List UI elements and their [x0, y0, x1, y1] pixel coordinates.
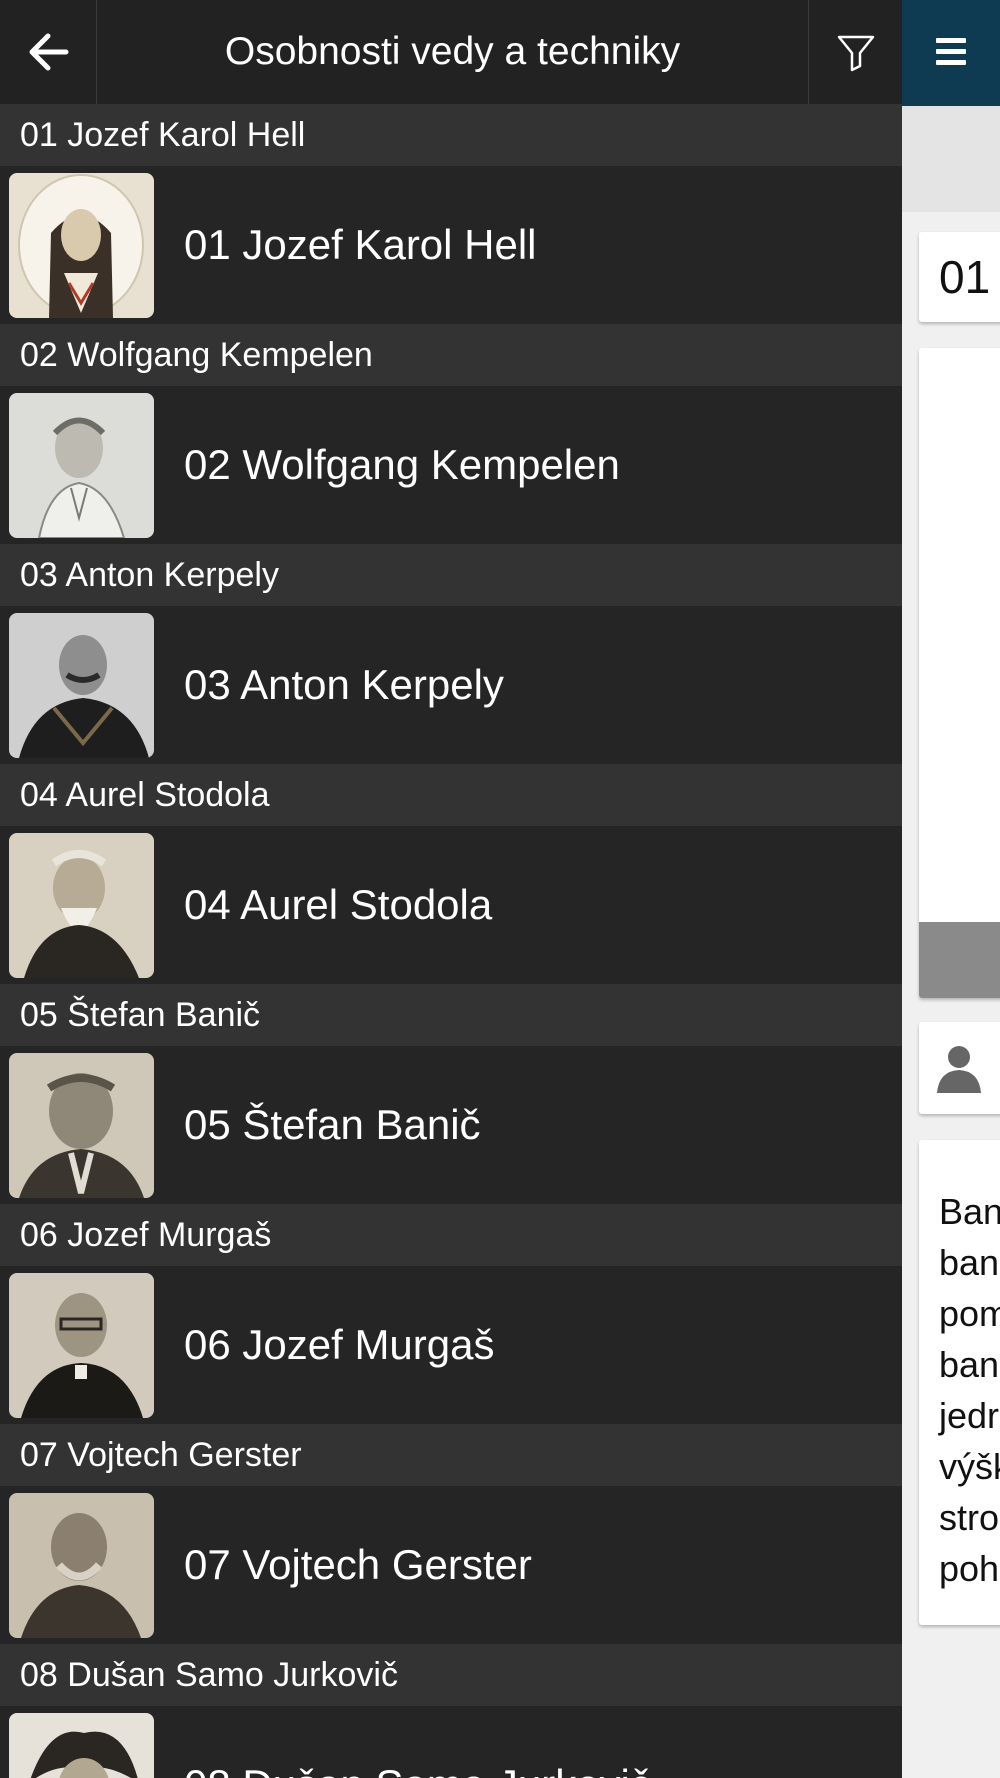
- detail-text-line: jedr: [939, 1395, 1000, 1436]
- portrait-thumbnail: [9, 173, 154, 318]
- detail-header-strip: [902, 106, 1000, 212]
- list-item[interactable]: 04 Aurel Stodola: [0, 826, 902, 984]
- detail-media-card: [919, 348, 1000, 998]
- detail-text-line: poh: [939, 1548, 1000, 1589]
- section-header: 01 Jozef Karol Hell: [0, 104, 902, 166]
- section-header: 03 Anton Kerpely: [0, 544, 902, 606]
- list-item[interactable]: 06 Jozef Murgaš: [0, 1266, 902, 1424]
- detail-text-line: výšk: [939, 1446, 1000, 1487]
- section-header: 06 Jozef Murgaš: [0, 1204, 902, 1266]
- page-title: Osobnosti vedy a techniky: [224, 30, 681, 73]
- section-header: 04 Aurel Stodola: [0, 764, 902, 826]
- media-caption-bar: [919, 922, 1000, 998]
- section-header: 08 Dušan Samo Jurkovič: [0, 1644, 902, 1706]
- detail-text-line: stro: [939, 1497, 1000, 1538]
- item-title: 04 Aurel Stodola: [184, 881, 493, 928]
- app-bar: Osobnosti vedy a techniky: [0, 0, 902, 106]
- detail-number-card: 01: [919, 232, 1000, 322]
- section-header: 02 Wolfgang Kempelen: [0, 324, 902, 386]
- section-header: 07 Vojtech Gerster: [0, 1424, 902, 1486]
- list-item[interactable]: 02 Wolfgang Kempelen: [0, 386, 902, 544]
- arrow-left-icon: [29, 33, 69, 71]
- item-title: 06 Jozef Murgaš: [184, 1321, 495, 1368]
- portrait-thumbnail: [9, 393, 154, 538]
- section-header: 05 Štefan Banič: [0, 984, 902, 1046]
- list-item[interactable]: 07 Vojtech Gerster: [0, 1486, 902, 1644]
- portrait-thumbnail: [9, 613, 154, 758]
- portrait-thumbnail: [9, 1273, 154, 1418]
- filter-icon: [837, 35, 875, 72]
- list-item[interactable]: 01 Jozef Karol Hell: [0, 166, 902, 324]
- filter-button[interactable]: [808, 0, 902, 104]
- item-title: 08 Dušan Samo Jurkovič: [184, 1706, 651, 1778]
- detail-text-line: ban: [939, 1242, 1000, 1283]
- item-title: 01 Jozef Karol Hell: [184, 221, 537, 268]
- person-icon: [937, 1046, 981, 1093]
- detail-text-line: pom: [939, 1293, 1000, 1334]
- list-panel: Osobnosti vedy a techniky 01 Jozef Karol…: [0, 0, 902, 1778]
- item-title: 03 Anton Kerpely: [184, 661, 504, 708]
- list-item[interactable]: 08 Dušan Samo Jurkovič: [0, 1706, 902, 1778]
- hamburger-menu-icon: [936, 38, 966, 71]
- menu-button[interactable]: [902, 0, 1000, 106]
- portrait-thumbnail: [9, 1713, 154, 1778]
- detail-text-line: Ban: [939, 1191, 1000, 1232]
- portrait-thumbnail: [9, 833, 154, 978]
- detail-text-card: Ban ban pom ban jedr výšk stro poh: [919, 1140, 1000, 1625]
- item-title: 05 Štefan Banič: [184, 1101, 481, 1148]
- list-item[interactable]: 05 Štefan Banič: [0, 1046, 902, 1204]
- item-title: 07 Vojtech Gerster: [184, 1541, 532, 1588]
- detail-text-line: ban: [939, 1344, 1000, 1385]
- detail-panel: 01 Ban ban pom ban jedr výšk stro poh: [902, 0, 1000, 1778]
- back-button[interactable]: [0, 0, 97, 104]
- person-list: 01 Jozef Karol Hell 01 Jozef Karol Hell …: [0, 104, 902, 1778]
- item-title: 02 Wolfgang Kempelen: [184, 441, 620, 488]
- portrait-thumbnail: [9, 1493, 154, 1638]
- portrait-thumbnail: [9, 1053, 154, 1198]
- author-card[interactable]: [919, 1022, 1000, 1114]
- list-item[interactable]: 03 Anton Kerpely: [0, 606, 902, 764]
